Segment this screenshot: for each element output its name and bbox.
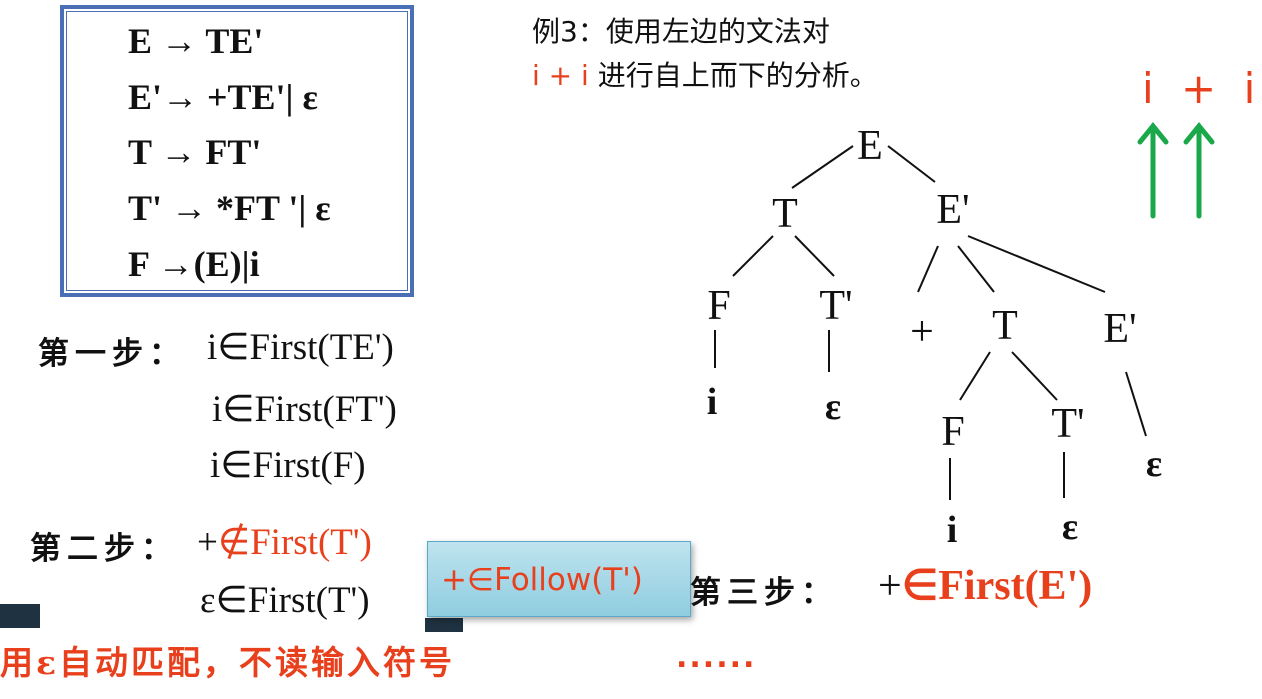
tree-node-T: T — [772, 191, 798, 237]
tree-node-Eprime: E' — [936, 187, 970, 233]
tree-leaf-epsilon: ε — [1061, 506, 1079, 548]
tree-node-Tprime2: T' — [1051, 401, 1085, 447]
tree-node-T2: T — [992, 303, 1018, 349]
tree-node-Eprime2: E' — [1103, 306, 1137, 352]
bottom-note-text: 用ε自动匹配，不读输入符号 — [0, 643, 456, 682]
tree-node-plus: + — [910, 309, 934, 355]
tree-leaf-epsilon: ε — [824, 386, 842, 428]
bottom-dots: ...... — [676, 640, 757, 675]
parse-tree-edges — [714, 145, 1147, 500]
tree-leaf-i: i — [946, 509, 958, 551]
bottom-note: 用ε自动匹配，不读输入符号 — [0, 636, 455, 684]
tree-node-E: E — [857, 123, 883, 169]
tree-node-F: F — [707, 283, 731, 329]
tree-leaf-i: i — [706, 381, 718, 423]
tree-leaf-epsilon: ε — [1145, 443, 1163, 485]
tree-node-F2: F — [941, 409, 965, 455]
tree-node-Tprime: T' — [819, 283, 853, 329]
